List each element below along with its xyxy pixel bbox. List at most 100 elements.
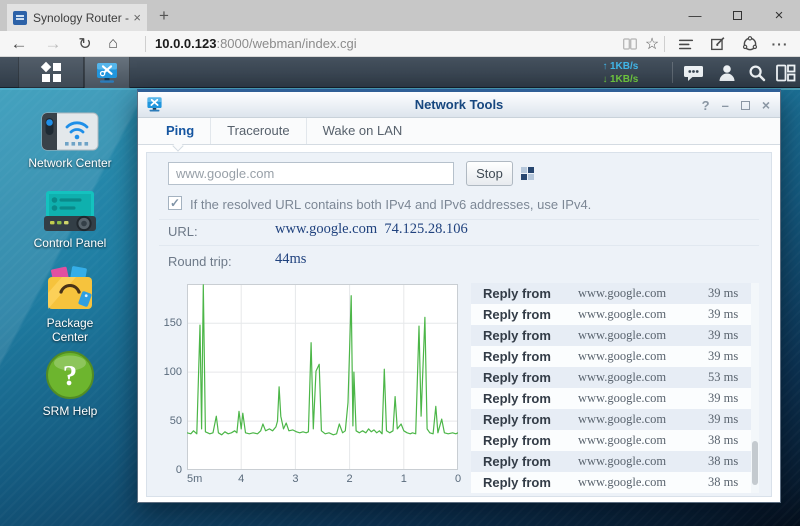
refresh-icon[interactable]: ↻ bbox=[72, 31, 98, 57]
reply-row: Reply from www.google.com 38 ms bbox=[471, 472, 751, 493]
user-options-button[interactable] bbox=[712, 57, 742, 88]
network-tools-window: Network Tools ? – × Ping Traceroute Wake… bbox=[137, 89, 781, 503]
window-minimize-button[interactable]: – bbox=[722, 98, 729, 113]
reply-host: www.google.com bbox=[578, 412, 667, 426]
desktop-icon-label: Network Center bbox=[28, 156, 112, 170]
reply-host: www.google.com bbox=[578, 454, 667, 468]
network-speed-indicator[interactable]: ↑ 1KB/s ↓ 1KB/s bbox=[600, 60, 670, 86]
reply-host: www.google.com bbox=[578, 391, 667, 405]
ping-target-input[interactable] bbox=[168, 162, 454, 185]
x-tick-label: 0 bbox=[454, 473, 462, 485]
reply-label: Reply from bbox=[483, 433, 551, 448]
reply-host: www.google.com bbox=[578, 328, 667, 342]
round-trip-value: 44ms bbox=[275, 251, 307, 267]
back-icon[interactable]: ← bbox=[6, 31, 32, 57]
url-row-value: www.google.com 74.125.28.106 bbox=[275, 221, 468, 238]
reply-time: 38 ms bbox=[708, 454, 739, 468]
screen: Synology Router - Syno × + — × ← → ↻ ⌂ 1… bbox=[0, 0, 800, 526]
y-tick-label: 100 bbox=[163, 366, 182, 379]
chart-x-labels: 5m 4 3 2 1 0 bbox=[159, 473, 463, 489]
maximize-icon bbox=[732, 11, 742, 20]
x-tick-label: 5m bbox=[187, 473, 203, 485]
url-row-label: URL: bbox=[168, 224, 198, 239]
ipv4-checkbox-label: If the resolved URL contains both IPv4 a… bbox=[190, 197, 592, 212]
reply-label: Reply from bbox=[483, 454, 551, 469]
svg-text:?: ? bbox=[63, 360, 78, 392]
desktop-icon-network-center[interactable]: Network Center bbox=[22, 110, 118, 170]
stop-button[interactable]: Stop bbox=[466, 161, 513, 186]
reply-label: Reply from bbox=[483, 412, 551, 427]
reply-label: Reply from bbox=[483, 370, 551, 385]
browser-tab[interactable]: Synology Router - Syno × bbox=[7, 4, 147, 31]
reply-host: www.google.com bbox=[578, 307, 667, 321]
widgets-button[interactable] bbox=[770, 57, 800, 88]
reply-row: Reply from www.google.com 39 ms bbox=[471, 346, 751, 367]
window-maximize-button[interactable] bbox=[740, 100, 750, 110]
desktop-icon-label: Control Panel bbox=[33, 236, 107, 250]
desktop-icon-control-panel[interactable]: Control Panel bbox=[22, 190, 118, 250]
search-button[interactable] bbox=[742, 57, 772, 88]
resolved-host: www.google.com bbox=[275, 221, 378, 237]
control-panel-icon bbox=[22, 190, 118, 232]
hub-icon[interactable] bbox=[672, 31, 700, 57]
reply-scrollbar-track[interactable] bbox=[751, 283, 759, 493]
reply-row: Reply from www.google.com 38 ms bbox=[471, 430, 751, 451]
reply-host: www.google.com bbox=[578, 286, 667, 300]
tab-traceroute[interactable]: Traceroute bbox=[210, 118, 305, 144]
toolbar-divider2 bbox=[664, 36, 665, 52]
reply-time: 39 ms bbox=[708, 412, 739, 426]
chart-y-labels: 0 50 100 150 bbox=[159, 284, 184, 476]
reply-time: 39 ms bbox=[708, 286, 739, 300]
taskbar-network-tools-button[interactable] bbox=[84, 57, 130, 88]
browser-minimize-button[interactable]: — bbox=[674, 0, 716, 31]
url-host: 10.0.0.123 bbox=[155, 36, 217, 51]
ping-chart-area: 0 50 100 150 5m 4 3 2 1 0 bbox=[159, 284, 463, 492]
desktop-icon-srm-help[interactable]: ? SRM Help bbox=[22, 350, 118, 418]
favorites-star-icon[interactable]: ☆ bbox=[638, 31, 666, 57]
download-arrow-icon: ↓ bbox=[602, 74, 608, 85]
share-icon[interactable] bbox=[736, 31, 764, 57]
notifications-button[interactable] bbox=[678, 57, 708, 88]
tab-wake-on-lan[interactable]: Wake on LAN bbox=[305, 118, 419, 144]
forward-icon[interactable]: → bbox=[40, 31, 66, 57]
browser-toolbar: ← → ↻ ⌂ 10.0.0.123:8000/webman/index.cgi… bbox=[0, 31, 800, 57]
upload-arrow-icon: ↑ bbox=[602, 61, 608, 72]
reply-host: www.google.com bbox=[578, 475, 667, 489]
main-menu-button[interactable] bbox=[18, 57, 84, 88]
reply-list: Reply from www.google.com 39 ms Reply from w… bbox=[471, 283, 759, 493]
reply-time: 38 ms bbox=[708, 433, 739, 447]
download-speed: 1KB/s bbox=[610, 74, 639, 85]
window-close-button[interactable]: × bbox=[762, 97, 770, 113]
reply-label: Reply from bbox=[483, 328, 551, 343]
ipv4-checkbox[interactable]: ✓ bbox=[168, 196, 182, 210]
ping-chart bbox=[186, 284, 459, 470]
x-tick-label: 2 bbox=[346, 473, 353, 485]
tab-ping[interactable]: Ping bbox=[150, 118, 210, 144]
x-tick-label: 4 bbox=[238, 473, 245, 485]
reply-host: www.google.com bbox=[578, 349, 667, 363]
reply-time: 53 ms bbox=[708, 370, 739, 384]
y-tick-label: 150 bbox=[163, 317, 182, 330]
window-titlebar[interactable]: Network Tools ? – × bbox=[138, 92, 780, 118]
reply-host: www.google.com bbox=[578, 370, 667, 384]
main-menu-grid-icon bbox=[40, 61, 61, 82]
web-note-icon[interactable] bbox=[704, 31, 732, 57]
tab-close-icon[interactable]: × bbox=[133, 10, 141, 25]
user-icon bbox=[719, 64, 735, 81]
ping-panel: Stop ✓ If the resolved URL contains both… bbox=[146, 152, 772, 497]
new-tab-button[interactable]: + bbox=[152, 6, 176, 26]
desktop-icon-package-center[interactable]: Package Center bbox=[22, 266, 118, 344]
x-tick-label: 3 bbox=[292, 473, 299, 485]
search-icon bbox=[749, 65, 766, 81]
address-bar[interactable]: 10.0.0.123:8000/webman/index.cgi bbox=[155, 31, 357, 57]
reply-label: Reply from bbox=[483, 349, 551, 364]
reply-time: 39 ms bbox=[708, 307, 739, 321]
browser-close-button[interactable]: × bbox=[758, 0, 800, 31]
reply-scrollbar-thumb[interactable] bbox=[752, 441, 758, 485]
more-actions-icon[interactable]: ··· bbox=[766, 31, 794, 57]
desktop-icon-label: Package Center bbox=[46, 316, 94, 344]
window-help-button[interactable]: ? bbox=[702, 98, 710, 113]
home-icon[interactable]: ⌂ bbox=[100, 31, 126, 57]
browser-maximize-button[interactable] bbox=[716, 0, 758, 31]
url-path: :8000/webman/index.cgi bbox=[216, 36, 357, 51]
